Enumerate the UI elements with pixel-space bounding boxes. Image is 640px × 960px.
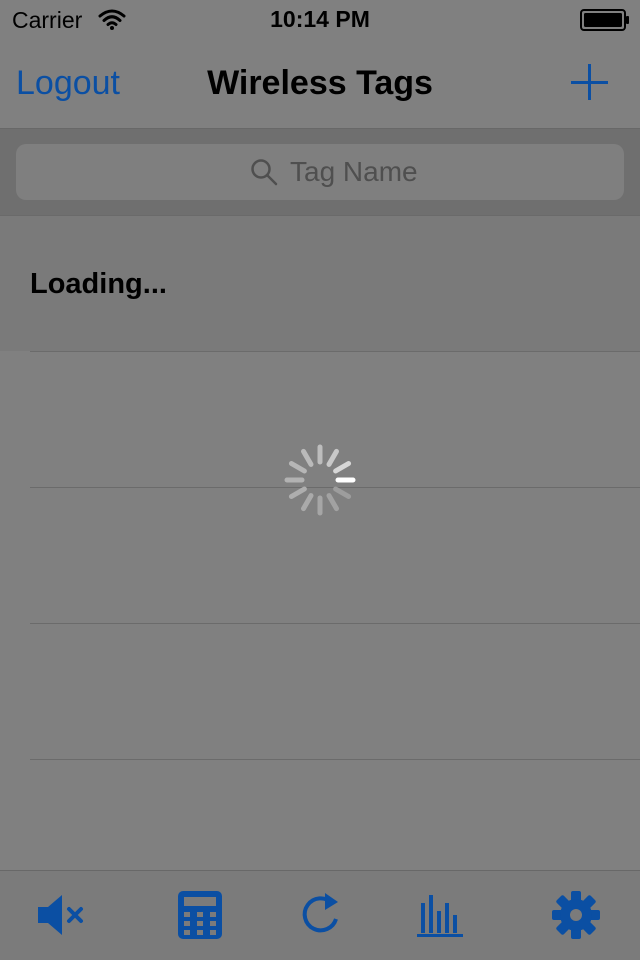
search-bar: Tag Name — [0, 128, 640, 216]
page-title: Wireless Tags — [207, 64, 433, 102]
tab-mute[interactable] — [34, 889, 90, 941]
row-separator — [30, 759, 640, 760]
tab-refresh[interactable] — [292, 889, 348, 941]
app-screen: Carrier 10:14 PM Logout Wireless Tags Ta… — [0, 0, 640, 960]
loading-spinner-icon — [284, 444, 356, 516]
search-input[interactable]: Tag Name — [16, 144, 624, 200]
status-time: 10:14 PM — [270, 6, 370, 32]
add-tag-button[interactable] — [570, 62, 610, 102]
row-separator — [30, 623, 640, 624]
gear-icon — [552, 891, 600, 939]
navigation-bar: Logout Wireless Tags — [0, 40, 640, 128]
calculator-icon — [178, 891, 222, 939]
tab-settings[interactable] — [548, 889, 604, 941]
battery-icon — [580, 9, 629, 31]
tab-calculator[interactable] — [172, 889, 228, 941]
row-separator — [30, 351, 640, 352]
tab-statistics[interactable] — [413, 889, 469, 941]
mute-icon — [38, 895, 83, 935]
search-placeholder: Tag Name — [290, 156, 418, 187]
loading-label: Loading... — [30, 268, 167, 300]
search-icon — [251, 159, 278, 186]
tab-bar — [0, 870, 640, 960]
loading-row: Loading... — [0, 216, 640, 351]
refresh-icon — [302, 893, 338, 933]
bar-chart-icon — [417, 895, 463, 937]
status-bar: Carrier 10:14 PM — [0, 0, 640, 40]
